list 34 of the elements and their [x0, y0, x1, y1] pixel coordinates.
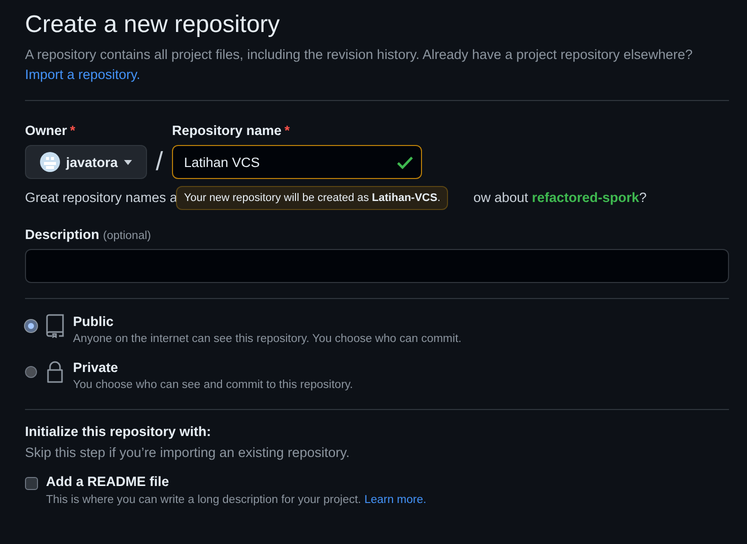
- description-text: A repository contains all project files, including the revision history. Already have a project repository elsewhere?: [25, 47, 693, 62]
- repository-name-field[interactable]: Latihan VCS: [172, 145, 422, 179]
- owner-dropdown[interactable]: javatora: [25, 145, 147, 179]
- visibility-title: Public: [73, 314, 115, 329]
- owner-label: Owner: [25, 123, 68, 138]
- section-title: Initialize this repository with:: [25, 424, 212, 439]
- checkbox[interactable]: [25, 477, 38, 490]
- checkbox-label: Add a README file: [46, 474, 170, 489]
- required-mark: *: [70, 123, 76, 138]
- radio-button[interactable]: [25, 320, 37, 332]
- radio-button[interactable]: [25, 366, 37, 378]
- description-field[interactable]: [25, 249, 729, 283]
- description-label: Description: [25, 227, 100, 242]
- learn-more-link[interactable]: Learn more.: [364, 494, 426, 506]
- lock-icon: [45, 360, 65, 384]
- visibility-title: Private: [73, 360, 120, 375]
- hint-text: ?: [639, 190, 647, 205]
- tooltip: Your new repository will be created as Latihan-VCS.: [176, 186, 448, 210]
- visibility-description: Anyone on the internet can see this repository. You choose who can commit.: [73, 333, 462, 345]
- import-link[interactable]: Import a repository.: [25, 67, 140, 82]
- checkbox-description: This is where you can write a long description for your project.: [46, 494, 362, 506]
- caret-icon: [124, 160, 132, 164]
- hint-text: Great repository names a: [25, 190, 178, 205]
- visibility-description: You choose who can see and commit to this repository.: [73, 379, 353, 391]
- avatar-icon: [40, 152, 60, 172]
- suggestion-link[interactable]: refactored-spork: [532, 190, 640, 205]
- section-subtitle: Skip this step if you’re importing an existing repository.: [25, 445, 351, 460]
- required-mark: *: [284, 123, 290, 138]
- optional-label: (optional): [103, 230, 151, 242]
- path-separator: /: [156, 146, 164, 177]
- hint-text: ow about: [473, 190, 530, 205]
- page-title: Create a new repository: [25, 10, 281, 40]
- book-icon: [45, 314, 65, 338]
- repository-name-label: Repository name: [172, 123, 282, 138]
